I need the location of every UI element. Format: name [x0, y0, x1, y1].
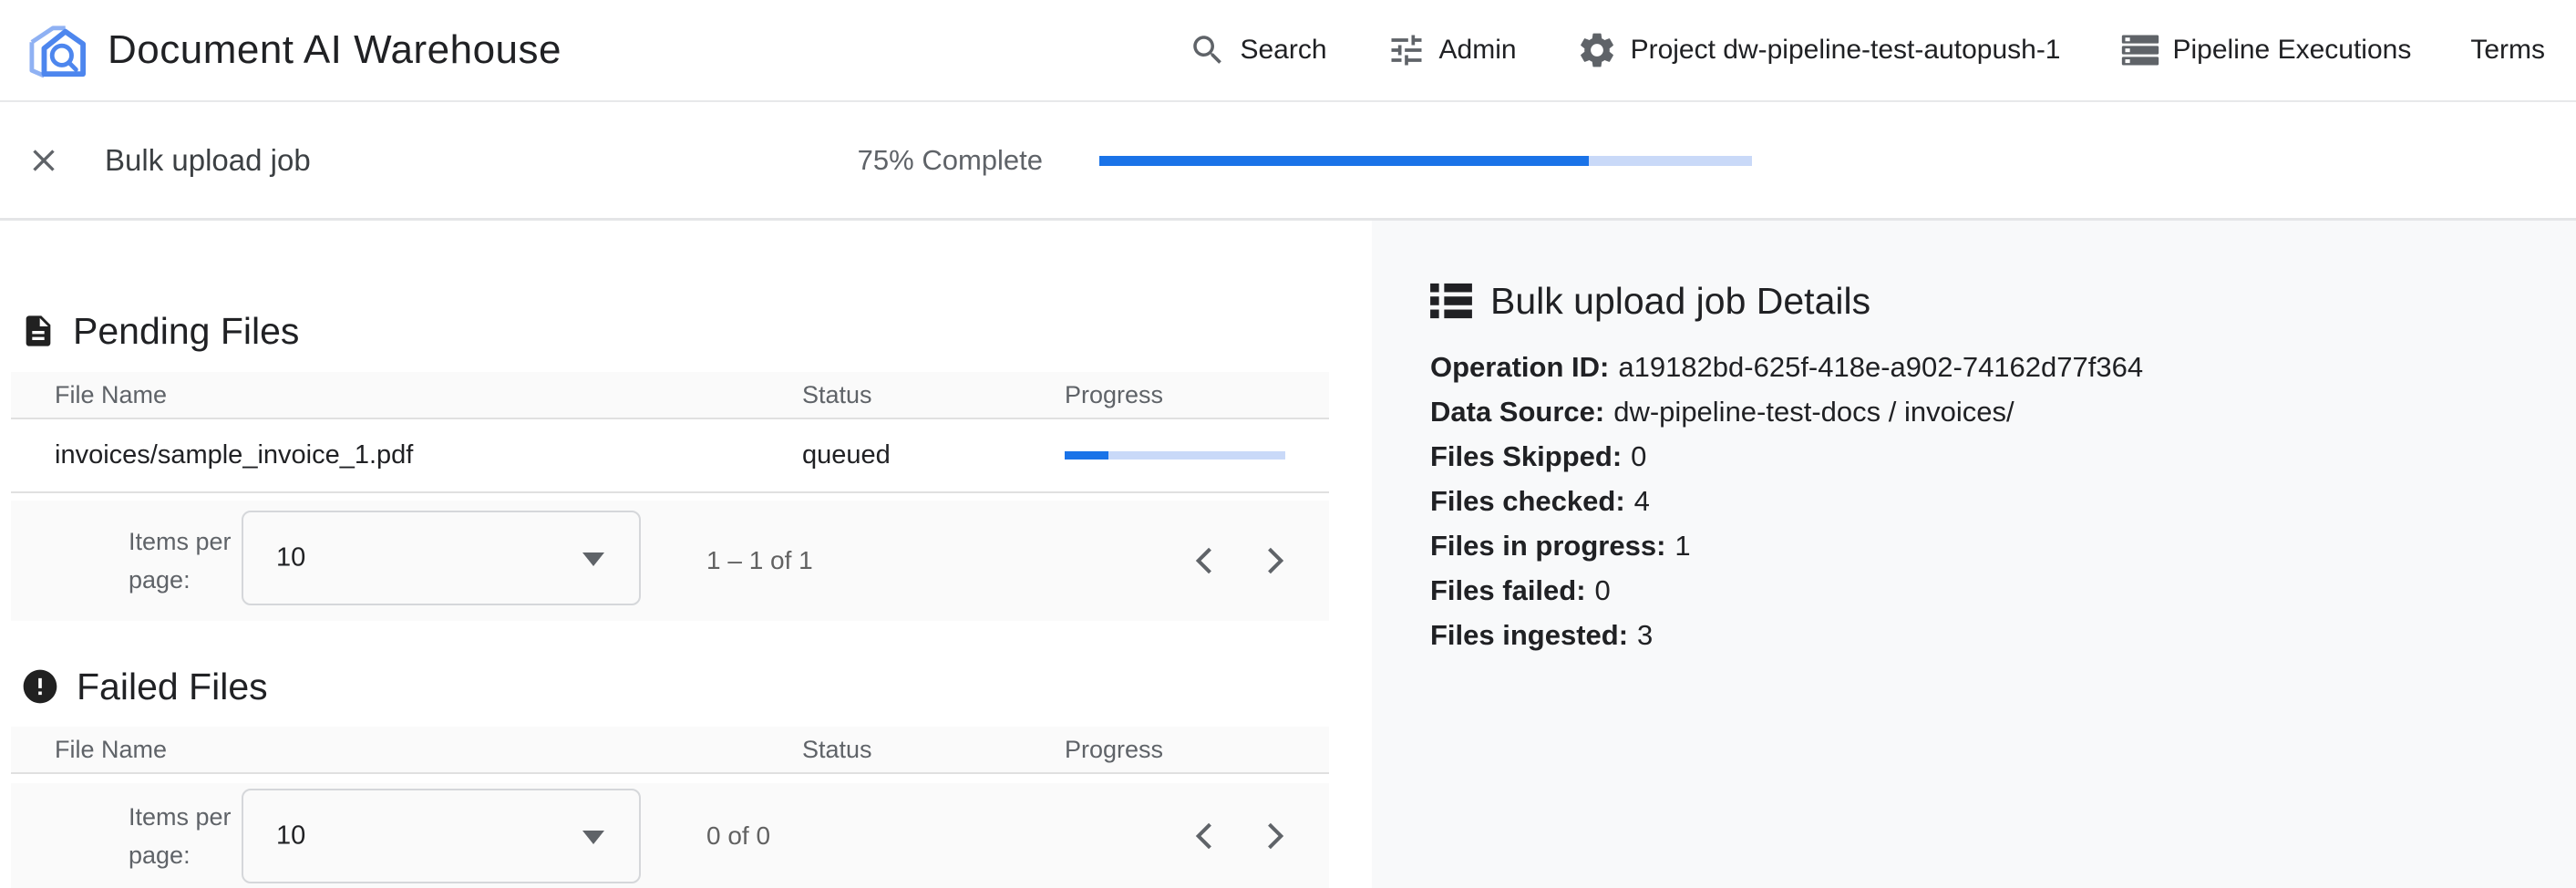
- page-size-select[interactable]: 10: [242, 511, 641, 605]
- nav-project-label: Project dw-pipeline-test-autopush-1: [1631, 35, 2061, 66]
- job-progress-label: 75% Complete: [747, 144, 1043, 177]
- tune-icon: [1386, 30, 1427, 70]
- nav-search[interactable]: Search: [1189, 31, 1326, 69]
- column-header-progress: Progress: [1065, 736, 1329, 764]
- nav-pipeline-executions-label: Pipeline Executions: [2173, 35, 2412, 66]
- detail-files-skipped: Files Skipped:0: [1430, 434, 2540, 479]
- app-header: Document AI Warehouse Search Admin Proje…: [0, 0, 2576, 102]
- previous-page-button[interactable]: [1185, 816, 1225, 856]
- main-content: Pending Files File Name Status Progress …: [0, 221, 2576, 888]
- job-details-title: Bulk upload job Details: [1490, 280, 1870, 323]
- job-details-fields: Operation ID:a19182bd-625f-418e-a902-741…: [1430, 345, 2540, 657]
- detail-operation-id: Operation ID:a19182bd-625f-418e-a902-741…: [1430, 345, 2540, 389]
- detail-value: dw-pipeline-test-docs / invoices/: [1613, 396, 2014, 428]
- nav-terms[interactable]: Terms: [2470, 35, 2545, 66]
- job-header-bar: Bulk upload job 75% Complete: [0, 102, 2576, 221]
- job-details-heading: Bulk upload job Details: [1430, 277, 2540, 325]
- detail-value: 4: [1634, 485, 1650, 517]
- chevron-down-icon: [582, 831, 604, 844]
- items-per-page-label: Items per page:: [129, 798, 238, 874]
- app-title: Document AI Warehouse: [108, 27, 562, 73]
- row-progress-fill: [1065, 451, 1108, 459]
- column-header-status: Status: [802, 736, 1065, 764]
- next-page-button[interactable]: [1254, 816, 1294, 856]
- nav-pipeline-executions[interactable]: Pipeline Executions: [2120, 30, 2412, 70]
- pending-table-header: File Name Status Progress: [11, 372, 1329, 419]
- document-icon: [20, 309, 57, 353]
- job-details-panel: Bulk upload job Details Operation ID:a19…: [1372, 221, 2576, 888]
- page-range-label: 0 of 0: [706, 783, 770, 888]
- error-icon: [20, 666, 60, 707]
- top-nav: Search Admin Project dw-pipeline-test-au…: [1189, 29, 2545, 71]
- job-title: Bulk upload job: [105, 143, 311, 178]
- nav-admin-label: Admin: [1439, 35, 1517, 66]
- detail-value: 0: [1595, 574, 1611, 606]
- table-row[interactable]: invoices/sample_invoice_1.pdf queued: [11, 419, 1329, 493]
- column-header-file-name: File Name: [11, 736, 802, 764]
- row-progress-bar: [1065, 451, 1285, 459]
- failed-files-title: Failed Files: [77, 666, 268, 708]
- pipeline-executions-icon: [2120, 30, 2160, 70]
- detail-value: 0: [1631, 440, 1646, 472]
- page-size-value: 10: [276, 543, 305, 573]
- row-status: queued: [802, 440, 1065, 470]
- failed-files-table: File Name Status Progress: [11, 727, 1329, 774]
- column-header-file-name: File Name: [11, 381, 802, 409]
- job-progress-fill: [1099, 156, 1589, 166]
- pending-files-table: File Name Status Progress invoices/sampl…: [11, 372, 1329, 493]
- failed-table-header: File Name Status Progress: [11, 727, 1329, 774]
- previous-page-button[interactable]: [1185, 541, 1225, 581]
- search-icon: [1189, 31, 1227, 69]
- pending-files-title: Pending Files: [73, 310, 299, 353]
- detail-files-failed: Files failed:0: [1430, 568, 2540, 613]
- list-icon: [1430, 282, 1472, 320]
- items-per-page-label: Items per page:: [129, 522, 238, 599]
- failed-files-heading: Failed Files: [20, 663, 1372, 710]
- detail-data-source: Data Source:dw-pipeline-test-docs / invo…: [1430, 389, 2540, 434]
- detail-value: a19182bd-625f-418e-a902-74162d77f364: [1618, 351, 2143, 383]
- nav-search-label: Search: [1240, 35, 1326, 66]
- job-progress-bar: [1099, 156, 1752, 166]
- page-size-value: 10: [276, 821, 305, 852]
- page-range-label: 1 – 1 of 1: [706, 501, 813, 621]
- files-pane: Pending Files File Name Status Progress …: [0, 221, 1372, 888]
- column-header-status: Status: [802, 381, 1065, 409]
- row-progress-cell: [1065, 451, 1329, 459]
- chevron-down-icon: [582, 552, 604, 566]
- detail-value: 3: [1637, 619, 1653, 651]
- detail-files-checked: Files checked:4: [1430, 479, 2540, 523]
- column-header-progress: Progress: [1065, 381, 1329, 409]
- nav-terms-label: Terms: [2470, 35, 2545, 66]
- failed-files-paginator: Items per page: 10 0 of 0: [11, 783, 1329, 888]
- nav-project[interactable]: Project dw-pipeline-test-autopush-1: [1576, 29, 2061, 71]
- pending-files-paginator: Items per page: 10 1 – 1 of 1: [11, 501, 1329, 621]
- next-page-button[interactable]: [1254, 541, 1294, 581]
- close-icon[interactable]: [26, 142, 62, 179]
- gear-icon: [1576, 29, 1618, 71]
- nav-admin[interactable]: Admin: [1386, 30, 1517, 70]
- pending-files-heading: Pending Files: [20, 307, 1372, 355]
- row-file-name: invoices/sample_invoice_1.pdf: [11, 440, 802, 470]
- detail-value: 1: [1674, 530, 1690, 562]
- document-warehouse-logo-icon: [26, 22, 89, 78]
- detail-files-ingested: Files ingested:3: [1430, 613, 2540, 657]
- detail-files-in-progress: Files in progress:1: [1430, 523, 2540, 568]
- page-size-select[interactable]: 10: [242, 789, 641, 883]
